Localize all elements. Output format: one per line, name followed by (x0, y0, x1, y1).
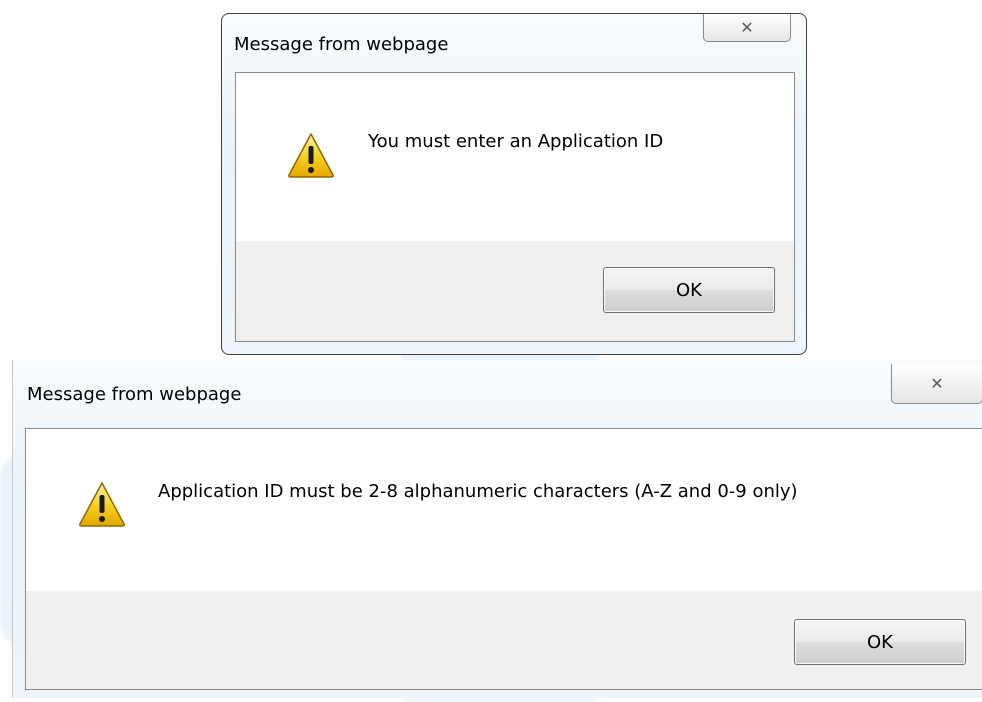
alert-dialog-2: Message from webpage ✕ Application ID mu… (12, 360, 982, 698)
warning-triangle-icon (287, 132, 335, 182)
alert-dialog-1: Message from webpage ✕ You must enter an… (221, 13, 807, 355)
ok-button[interactable]: OK (794, 619, 966, 665)
close-icon: ✕ (930, 373, 944, 393)
dialog-footer: OK (236, 241, 794, 341)
alert-message: Application ID must be 2-8 alphanumeric … (158, 481, 798, 502)
dialog-footer: OK (26, 591, 982, 689)
ok-button[interactable]: OK (603, 267, 775, 313)
dialog-title: Message from webpage (27, 384, 242, 405)
dialog-content: Application ID must be 2-8 alphanumeric … (25, 428, 982, 690)
warning-triangle-icon (78, 481, 126, 531)
close-button[interactable]: ✕ (703, 14, 791, 42)
close-button[interactable]: ✕ (891, 364, 982, 404)
alert-message: You must enter an Application ID (368, 131, 664, 152)
dialog-title: Message from webpage (234, 34, 449, 55)
close-icon: ✕ (740, 17, 754, 37)
dialog-content: You must enter an Application ID OK (235, 72, 795, 342)
